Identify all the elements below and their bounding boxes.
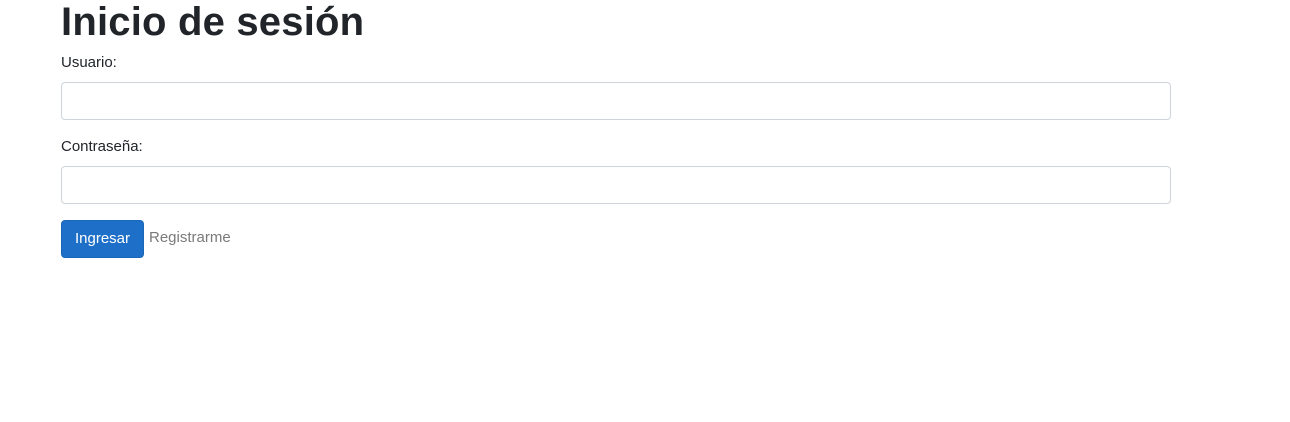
- username-label: Usuario:: [61, 54, 117, 71]
- password-input[interactable]: [61, 166, 1171, 204]
- form-actions: Ingresar Registrarme: [61, 220, 1171, 258]
- page-title: Inicio de sesión: [61, 0, 365, 44]
- login-form: Inicio de sesión Usuario: Contraseña: In…: [61, 0, 1171, 258]
- username-input[interactable]: [61, 82, 1171, 120]
- register-link[interactable]: Registrarme: [149, 229, 231, 246]
- password-label: Contraseña:: [61, 138, 143, 155]
- login-button[interactable]: Ingresar: [61, 220, 144, 258]
